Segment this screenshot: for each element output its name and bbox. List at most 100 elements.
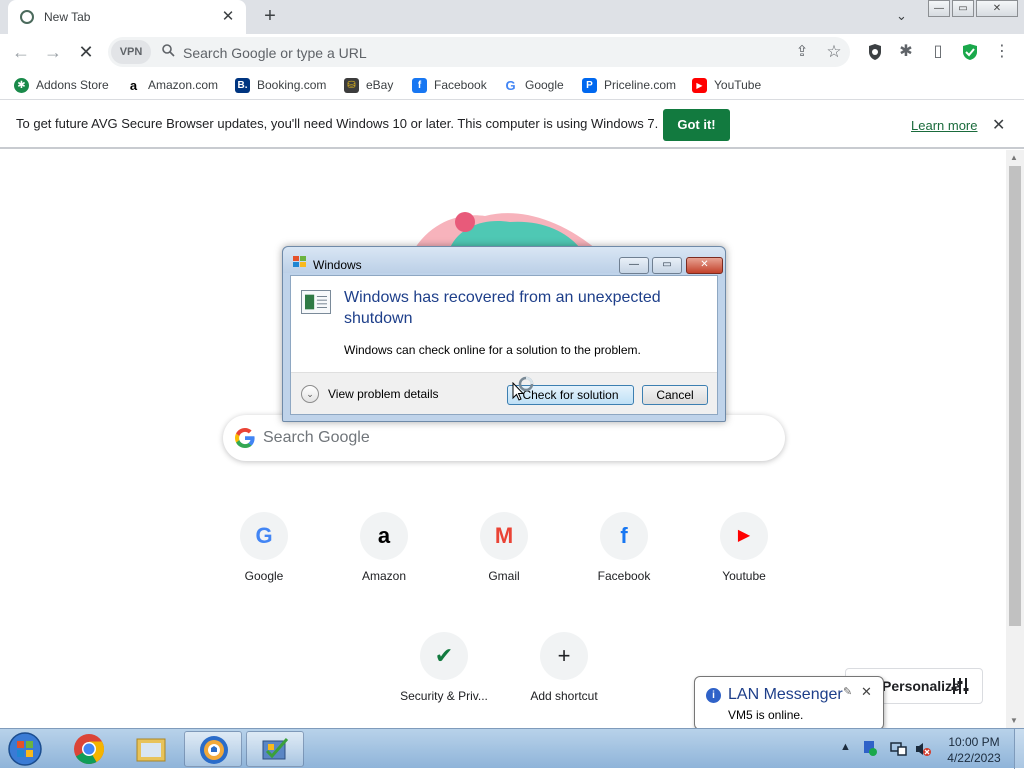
wrench-icon[interactable]: ✎ — [843, 685, 852, 698]
shortcut-label: Facebook — [597, 569, 651, 583]
doodle-image — [415, 212, 595, 248]
update-infobar: To get future AVG Secure Browser updates… — [0, 101, 1024, 149]
taskbar-file-explorer[interactable] — [122, 731, 180, 767]
menu-icon[interactable]: ⋮ — [992, 42, 1012, 62]
lan-messenger-notification[interactable]: i LAN Messenger VM5 is online. ✎ ✕ — [694, 676, 884, 741]
bookmark-label: Facebook — [434, 78, 487, 92]
bookmark-facebook[interactable]: f Facebook — [412, 76, 487, 94]
bookmark-addons-store[interactable]: ✱ Addons Store — [14, 76, 109, 94]
got-it-button[interactable]: Got it! — [663, 109, 730, 141]
tab-close-icon[interactable]: ✕ — [218, 7, 238, 27]
shortcut-facebook[interactable]: f Facebook — [568, 512, 680, 624]
network-icon[interactable] — [890, 741, 908, 757]
google-icon: G — [505, 77, 516, 93]
taskbar-avg-browser[interactable] — [184, 731, 242, 767]
youtube-icon: ▶ — [692, 77, 707, 93]
omnibox[interactable]: VPN Search Google or type a URL — [108, 37, 850, 67]
window-close-button[interactable]: ✕ — [976, 0, 1018, 17]
dialog-heading: Windows has recovered from an unexpected… — [344, 289, 661, 327]
google-search-input[interactable]: Search Google — [263, 429, 370, 447]
chevron-down-icon[interactable]: ⌄ — [301, 385, 319, 403]
scroll-up-icon[interactable]: ▲ — [1010, 153, 1018, 162]
shortcut-label: Security & Priv... — [400, 689, 488, 703]
bookmark-label: Addons Store — [36, 78, 109, 92]
tab-new-tab[interactable]: New Tab ✕ — [8, 0, 246, 34]
bookmark-label: Amazon.com — [148, 78, 219, 92]
new-tab-button[interactable]: + — [258, 4, 282, 28]
windows-logo-icon — [293, 256, 306, 267]
shortcut-google[interactable]: G Google — [208, 512, 320, 624]
shortcut-label: Amazon — [361, 569, 407, 583]
bookmark-label: Priceline.com — [604, 78, 677, 92]
facebook-icon: f — [412, 77, 427, 93]
tab-strip: New Tab ✕ + ⌄ — ▭ ✕ — [0, 0, 1024, 34]
shortcut-youtube[interactable]: ▶ Youtube — [688, 512, 800, 624]
shortcut-label: Google — [244, 569, 284, 583]
learn-more-link[interactable]: Learn more — [911, 118, 977, 133]
taskbar-chrome[interactable] — [60, 731, 118, 767]
shortcut-label: Gmail — [488, 569, 520, 583]
bookmark-amazon[interactable]: a Amazon.com — [126, 76, 218, 94]
side-panel-icon[interactable]: ▯ — [928, 42, 948, 62]
clock-date: 4/22/2023 — [947, 751, 1001, 765]
taskbar-windows-dialog[interactable] — [246, 731, 304, 767]
dialog-minimize-button[interactable]: — — [619, 257, 649, 274]
window-maximize-button[interactable]: ▭ — [952, 0, 974, 17]
shortcut-gmail[interactable]: M Gmail — [448, 512, 560, 624]
shortcut-security-privacy[interactable]: ✔ Security & Priv... — [388, 632, 500, 728]
youtube-icon: ▶ — [720, 512, 768, 560]
notification-title: LAN Messenger — [728, 686, 843, 703]
infobar-close-icon[interactable]: ✕ — [992, 115, 1005, 135]
system-clock[interactable]: 10:00 PM 4/22/2023 — [944, 734, 1004, 766]
dialog-maximize-button[interactable]: ▭ — [652, 257, 682, 274]
bookmark-ebay[interactable]: ⛁ eBay — [344, 76, 393, 94]
lan-messenger-tray-icon[interactable] — [862, 739, 878, 757]
omnibox-input[interactable]: Search Google or type a URL — [183, 45, 367, 61]
volume-muted-icon[interactable] — [914, 741, 932, 757]
bookmark-youtube[interactable]: ▶ YouTube — [692, 76, 761, 94]
scroll-down-icon[interactable]: ▼ — [1010, 716, 1018, 725]
bookmarks-bar: ✱ Addons Store a Amazon.com B. Booking.c… — [0, 70, 1024, 100]
facebook-icon: f — [600, 512, 648, 560]
share-icon[interactable]: ⇪ — [792, 42, 812, 62]
plus-icon: + — [540, 632, 588, 680]
scrollbar-thumb[interactable] — [1009, 166, 1021, 626]
show-hidden-icons[interactable]: ▲ — [840, 741, 851, 753]
bookmark-star-icon[interactable]: ☆ — [824, 42, 844, 62]
amazon-icon: a — [129, 77, 138, 93]
bookmark-booking[interactable]: B. Booking.com — [235, 76, 326, 94]
show-desktop-button[interactable] — [1014, 729, 1024, 769]
dialog-body: Windows has recovered from an unexpected… — [290, 275, 718, 415]
bookmark-label: Booking.com — [257, 78, 327, 92]
start-button-icon[interactable] — [4, 731, 46, 767]
back-icon[interactable]: ← — [10, 42, 32, 64]
add-shortcut-button[interactable]: + Add shortcut — [508, 632, 620, 728]
page-scrollbar[interactable]: ▲ ▼ — [1006, 150, 1024, 728]
bookmark-priceline[interactable]: P Priceline.com — [582, 76, 676, 94]
dialog-close-button[interactable]: ✕ — [686, 257, 723, 274]
amazon-icon: a — [360, 512, 408, 560]
action-center-icon — [262, 738, 289, 760]
avg-shield-icon[interactable] — [960, 42, 980, 62]
priceline-icon: P — [582, 77, 597, 93]
vpn-button[interactable]: VPN — [111, 40, 151, 64]
taskbar: ▲ 10:00 PM 4/22/2023 — [0, 728, 1024, 769]
shortcut-amazon[interactable]: a Amazon — [328, 512, 440, 624]
notification-close-icon[interactable]: ✕ — [861, 684, 872, 700]
cancel-button[interactable]: Cancel — [642, 385, 708, 405]
extensions-icon[interactable]: ✱ — [896, 42, 916, 62]
bookmark-google[interactable]: G Google — [503, 76, 564, 94]
view-details-link[interactable]: View problem details — [328, 387, 439, 401]
privacy-shield-icon[interactable] — [865, 42, 885, 62]
folder-icon — [136, 738, 166, 762]
chrome-icon — [74, 734, 105, 765]
dialog-titlebar[interactable]: Windows — ▭ ✕ — [283, 247, 725, 274]
forward-icon[interactable]: → — [42, 42, 64, 64]
tab-search-icon[interactable]: ⌄ — [896, 8, 907, 24]
sliders-icon — [951, 678, 969, 694]
window-minimize-button[interactable]: — — [928, 0, 950, 17]
stop-loading-icon[interactable]: ✕ — [75, 42, 97, 64]
bookmark-label: Google — [525, 78, 564, 92]
bookmark-label: YouTube — [714, 78, 762, 92]
windows-recovery-dialog: Windows — ▭ ✕ Windows has recovered from… — [282, 246, 726, 422]
